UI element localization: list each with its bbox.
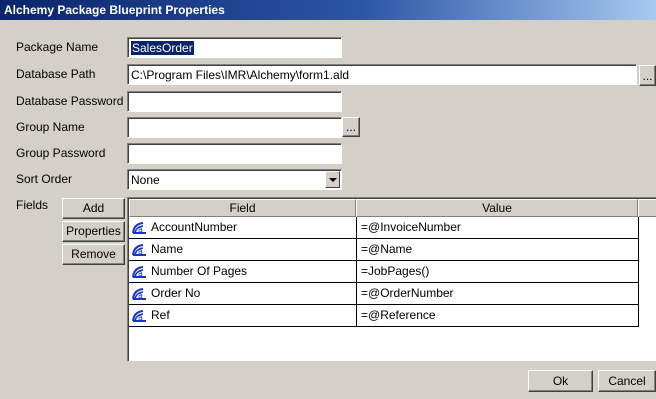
- group-password-label: Group Password: [16, 146, 106, 160]
- field-properties-button[interactable]: Properties: [62, 221, 125, 242]
- chevron-down-icon[interactable]: [325, 171, 340, 188]
- field-name: Order No: [151, 286, 201, 300]
- table-row[interactable]: a Ref =@Reference: [129, 305, 656, 327]
- svg-text:a: a: [138, 291, 143, 300]
- database-path-browse-button[interactable]: ...: [639, 65, 656, 86]
- fields-label: Fields: [16, 198, 49, 212]
- field-name: Ref: [151, 308, 170, 322]
- column-header-value[interactable]: Value: [356, 199, 638, 217]
- svg-text:a: a: [138, 269, 143, 278]
- fields-grid[interactable]: Field Value a AccountNumber =@InvoiceNum…: [127, 197, 656, 361]
- database-password-label: Database Password: [16, 94, 124, 108]
- field-name: Number Of Pages: [151, 264, 248, 278]
- window-title: Alchemy Package Blueprint Properties: [0, 0, 656, 20]
- column-header-field[interactable]: Field: [129, 199, 356, 217]
- field-name: Name: [151, 242, 184, 256]
- ok-button[interactable]: Ok: [528, 370, 593, 392]
- database-password-input[interactable]: [127, 91, 342, 112]
- remove-field-button[interactable]: Remove: [62, 244, 125, 265]
- field-icon: a: [132, 288, 146, 300]
- value-cell: =JobPages(): [357, 261, 639, 283]
- field-cell: a AccountNumber: [129, 217, 357, 239]
- field-name: AccountNumber: [151, 220, 238, 234]
- svg-text:a: a: [138, 225, 143, 234]
- table-row[interactable]: a Number Of Pages =JobPages(): [129, 261, 656, 283]
- value-cell: =@InvoiceNumber: [357, 217, 639, 239]
- table-row[interactable]: a Name =@Name: [129, 239, 656, 261]
- sort-order-select[interactable]: None: [127, 169, 342, 190]
- group-name-input[interactable]: [127, 117, 342, 138]
- cancel-button[interactable]: Cancel: [598, 370, 656, 392]
- svg-text:a: a: [138, 247, 143, 256]
- add-field-button[interactable]: Add: [62, 198, 125, 219]
- database-path-label: Database Path: [16, 67, 96, 81]
- field-icon: a: [132, 222, 146, 234]
- field-icon: a: [132, 244, 146, 256]
- group-name-label: Group Name: [16, 120, 85, 134]
- database-path-input[interactable]: C:\Program Files\IMR\Alchemy\form1.ald: [127, 64, 637, 85]
- value-cell: =@Reference: [357, 305, 639, 327]
- group-password-input[interactable]: [127, 143, 342, 164]
- package-name-input[interactable]: SalesOrder: [127, 37, 342, 58]
- group-name-browse-button[interactable]: ...: [342, 117, 360, 137]
- sort-order-value: None: [131, 173, 160, 187]
- table-row[interactable]: a AccountNumber =@InvoiceNumber: [129, 217, 656, 239]
- package-name-label: Package Name: [16, 40, 99, 54]
- field-cell: a Order No: [129, 283, 357, 305]
- field-cell: a Ref: [129, 305, 357, 327]
- value-cell: =@OrderNumber: [357, 283, 639, 305]
- field-icon: a: [132, 310, 146, 322]
- package-name-value: SalesOrder: [131, 41, 194, 55]
- svg-text:a: a: [138, 313, 143, 322]
- column-header-extra: [638, 199, 656, 217]
- field-icon: a: [132, 266, 146, 278]
- table-row[interactable]: a Order No =@OrderNumber: [129, 283, 656, 305]
- sort-order-label: Sort Order: [16, 172, 73, 186]
- field-cell: a Name: [129, 239, 357, 261]
- value-cell: =@Name: [357, 239, 639, 261]
- field-cell: a Number Of Pages: [129, 261, 357, 283]
